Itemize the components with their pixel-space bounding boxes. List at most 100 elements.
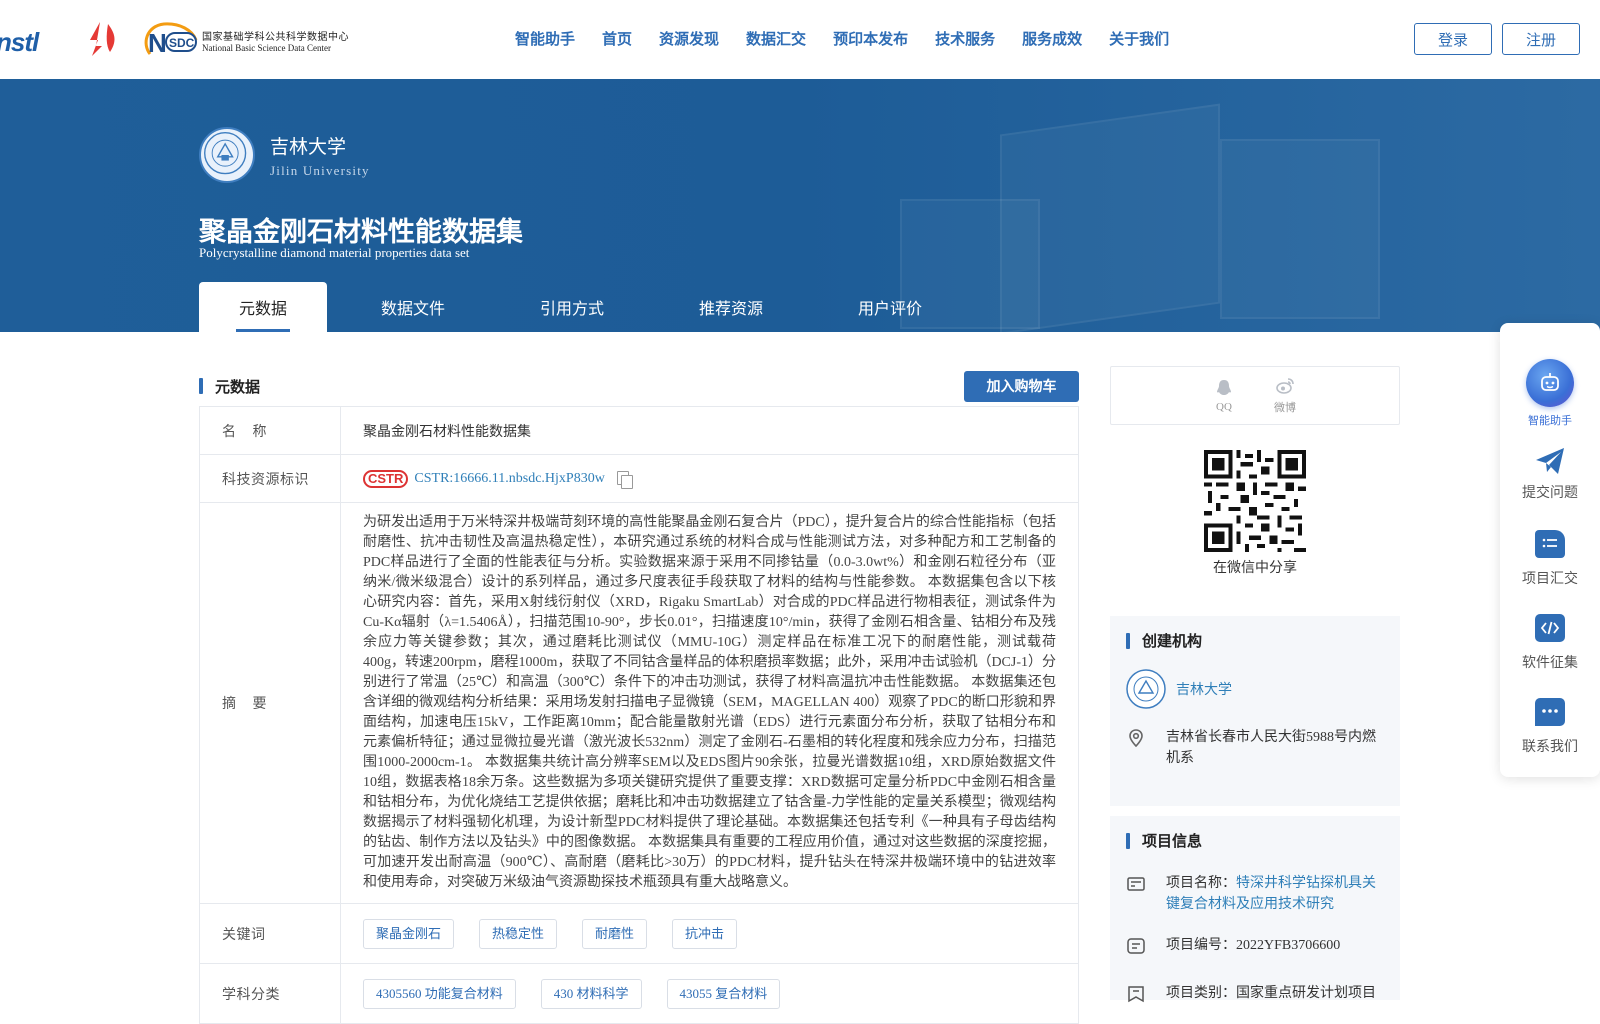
keywords-cell: 聚晶金刚石 热稳定性 耐磨性 抗冲击: [340, 903, 1079, 964]
dataset-title: 聚晶金刚石材料性能数据集: [199, 217, 523, 247]
institution-header[interactable]: 吉林大学 Jilin University: [199, 127, 370, 183]
float-contact-us[interactable]: 联系我们: [1500, 698, 1600, 756]
table-row: 科技资源标识 CSTR CSTR:16666.11.nbsdc.HjxP830w: [199, 454, 1079, 503]
project-type-label: 项目类别：: [1166, 986, 1236, 1001]
nav-data-submission[interactable]: 数据汇交: [746, 28, 806, 49]
project-code-icon: [1127, 938, 1145, 954]
abstract-text: 为研发出适用于万米特深井极端苛刻环境的高性能聚晶金刚石复合片（PDC），提升复合…: [340, 502, 1079, 904]
project-type: 项目类别：国家重点研发计划项目: [1126, 983, 1384, 1011]
subject-label: 学科分类: [199, 963, 341, 1024]
qq-label: QQ: [1216, 401, 1232, 413]
login-button[interactable]: 登录: [1414, 23, 1492, 55]
metadata-panel: 元数据 加入购物车 名 称 聚晶金刚石材料性能数据集 科技资源标识 CSTR C…: [199, 366, 1079, 1024]
project-type-value: 国家重点研发计划项目: [1236, 986, 1376, 1001]
subject-tag[interactable]: 43055 复合材料: [666, 978, 781, 1009]
robot-icon: [1526, 359, 1574, 407]
subjects-cell: 4305560 功能复合材料 430 材料科学 43055 复合材料: [340, 963, 1079, 1024]
keyword-tag[interactable]: 抗冲击: [672, 918, 738, 949]
main-nav: 智能助手 首页 资源发现 数据汇交 预印本发布 技术服务 服务成效 关于我们: [515, 28, 1196, 49]
tab-metadata[interactable]: 元数据: [199, 282, 327, 332]
dataset-tabs: 元数据 数据文件 引用方式 推荐资源 用户评价: [199, 282, 963, 332]
wechat-share-caption: 在微信中分享: [1213, 561, 1297, 576]
cstr-link[interactable]: CSTR:16666.11.nbsdc.HjxP830w: [414, 471, 604, 487]
nstl-logo[interactable]: nstl: [0, 18, 68, 62]
nsdc-name-cn: 国家基础学科公共科学数据中心: [202, 31, 349, 43]
keyword-tag[interactable]: 热稳定性: [479, 918, 558, 949]
keyword-tag[interactable]: 耐磨性: [582, 918, 648, 949]
project-name: 项目名称：特深井科学钻探机具关键复合材料及应用技术研究: [1126, 873, 1384, 915]
banner-decoration: [1220, 139, 1380, 319]
table-row: 关键词 聚晶金刚石 热稳定性 耐磨性 抗冲击: [199, 903, 1079, 964]
logo-group: nstl N SDC 国家基础学科公共科学数据中心 National Basic…: [0, 18, 349, 62]
float-project-submission[interactable]: 项目汇交: [1500, 530, 1600, 588]
nav-about[interactable]: 关于我们: [1109, 28, 1169, 49]
float-project-label: 项目汇交: [1522, 572, 1578, 587]
project-code: 项目编号：2022YFB3706600: [1126, 935, 1384, 963]
float-ai-assistant[interactable]: 智能助手: [1500, 359, 1600, 428]
section-marker: [1126, 632, 1130, 649]
section-marker: [199, 378, 203, 394]
add-to-cart-button[interactable]: 加入购物车: [964, 370, 1079, 402]
project-title: 项目信息: [1126, 830, 1384, 851]
svg-text:N: N: [148, 28, 167, 58]
tab-citation[interactable]: 引用方式: [499, 282, 645, 332]
keyword-tag[interactable]: 聚晶金刚石: [363, 918, 455, 949]
nav-tech-service[interactable]: 技术服务: [935, 28, 995, 49]
metadata-table: 名 称 聚晶金刚石材料性能数据集 科技资源标识 CSTR CSTR:16666.…: [199, 406, 1079, 1024]
top-header: nstl N SDC 国家基础学科公共科学数据中心 National Basic…: [0, 0, 1600, 79]
svg-text:SDC: SDC: [169, 36, 195, 50]
creator-address: 吉林省长春市人民大街5988号内燃机系: [1126, 727, 1384, 769]
nav-ai-assistant[interactable]: 智能助手: [515, 28, 575, 49]
location-pin-icon: [1129, 729, 1143, 748]
subject-tag[interactable]: 430 材料科学: [540, 978, 642, 1009]
tab-recommended[interactable]: 推荐资源: [645, 282, 817, 332]
nav-resource-discovery[interactable]: 资源发现: [659, 28, 719, 49]
table-row: 学科分类 4305560 功能复合材料 430 材料科学 43055 复合材料: [199, 963, 1079, 1024]
project-title-label: 项目信息: [1142, 833, 1203, 850]
tab-user-reviews[interactable]: 用户评价: [817, 282, 963, 332]
nav-service-results[interactable]: 服务成效: [1022, 28, 1082, 49]
float-software-label: 软件征集: [1522, 656, 1578, 671]
dataset-subtitle: Polycrystalline diamond material propert…: [199, 245, 470, 260]
creator-institution[interactable]: 吉林大学: [1126, 669, 1384, 709]
nsdc-logo[interactable]: N SDC 国家基础学科公共科学数据中心 National Basic Scie…: [140, 20, 349, 60]
weibo-icon: [1276, 378, 1294, 394]
institution-name-en: Jilin University: [270, 162, 370, 178]
table-row: 摘 要 为研发出适用于万米特深井极端苛刻环境的高性能聚晶金刚石复合片（PDC），…: [199, 502, 1079, 904]
share-weibo-button[interactable]: 微博: [1274, 376, 1296, 415]
table-row: 名 称 聚晶金刚石材料性能数据集: [199, 406, 1079, 455]
name-value: 聚晶金刚石材料性能数据集: [340, 406, 1079, 455]
float-ai-label: 智能助手: [1528, 415, 1572, 427]
float-software-collection[interactable]: 软件征集: [1500, 614, 1600, 672]
qq-icon: [1217, 380, 1231, 395]
copy-icon[interactable]: [616, 470, 633, 489]
weibo-label: 微博: [1274, 402, 1296, 414]
float-submit-label: 提交问题: [1522, 486, 1578, 501]
float-contact-label: 联系我们: [1522, 740, 1578, 755]
nstl-logo-text: nstl: [0, 27, 39, 57]
nav-home[interactable]: 首页: [602, 28, 632, 49]
jilin-university-emblem-icon: [199, 127, 255, 183]
creator-institution-link[interactable]: 吉林大学: [1176, 679, 1232, 699]
name-label: 名 称: [199, 406, 341, 455]
float-submit-question[interactable]: 提交问题: [1500, 446, 1600, 502]
project-type-icon: [1128, 986, 1144, 1003]
metadata-section-label: 元数据: [215, 378, 261, 396]
project-code-label: 项目编号：: [1166, 938, 1236, 953]
tab-data-files[interactable]: 数据文件: [327, 282, 499, 332]
code-icon: [1535, 614, 1565, 642]
partner-logo-icon[interactable]: [80, 18, 124, 62]
nav-preprint[interactable]: 预印本发布: [833, 28, 908, 49]
creator-card: 创建机构 吉林大学 吉林省长春市人民大街5988号内燃机系: [1110, 616, 1400, 806]
keywords-label: 关键词: [199, 903, 341, 964]
cstr-cell: CSTR CSTR:16666.11.nbsdc.HjxP830w: [340, 454, 1079, 503]
subject-tag[interactable]: 4305560 功能复合材料: [363, 978, 516, 1009]
abstract-label: 摘 要: [199, 502, 341, 904]
nsdc-name-en: National Basic Science Data Center: [202, 42, 331, 53]
share-qq-button[interactable]: QQ: [1214, 378, 1234, 413]
project-code-value: 2022YFB3706600: [1236, 938, 1341, 953]
share-box: QQ 微博: [1110, 366, 1400, 425]
metadata-section-title: 元数据: [199, 376, 260, 397]
register-button[interactable]: 注册: [1502, 23, 1580, 55]
creator-address-text: 吉林省长春市人民大街5988号内燃机系: [1166, 730, 1376, 766]
